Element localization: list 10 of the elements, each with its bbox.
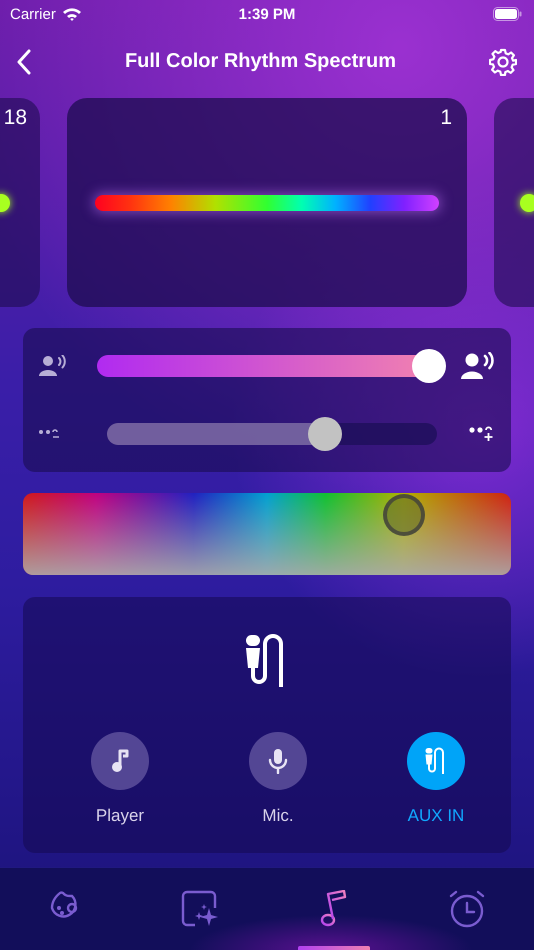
effect-card[interactable]: 18 xyxy=(0,98,40,307)
source-label: AUX IN xyxy=(408,806,464,826)
clock: 1:39 PM xyxy=(238,6,296,22)
carrier-name: Carrier xyxy=(10,6,56,22)
card-number: 1 xyxy=(440,106,452,130)
effect-card[interactable]: 1 xyxy=(67,98,467,307)
source-label: Player xyxy=(96,806,144,826)
source-label: Mic. xyxy=(262,806,294,826)
page-title: Full Color Rhythm Spectrum xyxy=(124,50,396,73)
card-number: 18 xyxy=(4,106,27,130)
